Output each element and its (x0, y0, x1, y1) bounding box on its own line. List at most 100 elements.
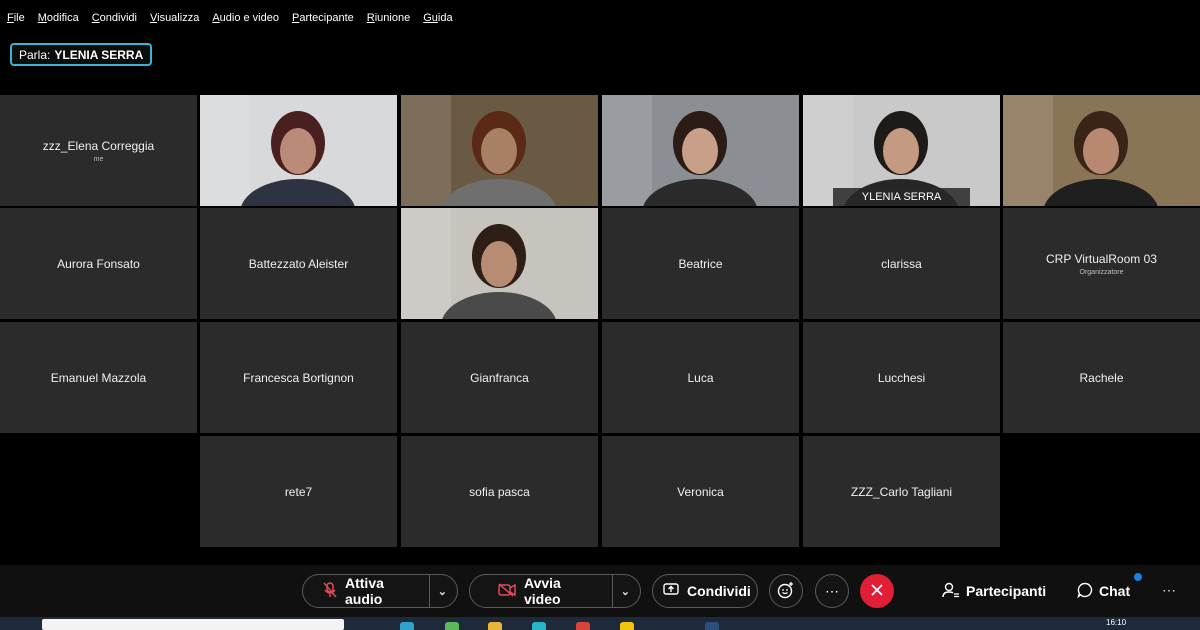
menu-label: odifica (46, 12, 79, 24)
participant-tile[interactable]: Lucchesi (803, 322, 1000, 433)
participants-icon (942, 582, 960, 601)
menu-accelerator: M (37, 12, 47, 24)
chevron-down-icon[interactable]: ⌄ (621, 585, 630, 598)
participant-name: Rachele (1079, 370, 1124, 385)
participant-tile[interactable]: sofia pasca (401, 436, 598, 547)
video-feed (602, 95, 799, 206)
menu-label: iunione (374, 12, 411, 24)
chat-notification-badge (1134, 573, 1142, 581)
participant-name: clarissa (881, 256, 922, 271)
taskbar-browser-icon[interactable] (576, 622, 590, 630)
video-backdrop (602, 95, 652, 206)
person-face (280, 128, 316, 174)
participant-tile[interactable]: Rachele (1003, 322, 1200, 433)
share-screen-icon (663, 582, 679, 600)
person-face (1083, 128, 1119, 174)
chat-button[interactable]: Chat (1077, 574, 1130, 608)
close-icon (871, 583, 883, 599)
reactions-button[interactable] (769, 574, 803, 608)
menu-label: artecipante (299, 12, 354, 24)
video-backdrop (401, 95, 451, 206)
taskbar-search-box[interactable] (42, 619, 344, 630)
toolbar-overflow-icon[interactable]: ⋯ (1162, 582, 1176, 599)
taskbar-app-icon[interactable] (400, 622, 414, 630)
participant-tile[interactable]: Francesca Bortignon (200, 322, 397, 433)
participant-tile[interactable]: Emanuel Mazzola (0, 322, 197, 433)
participant-name: Luca (687, 370, 714, 385)
participant-name: zzz_Elena Correggia (42, 138, 155, 153)
video-feed (200, 95, 397, 206)
participant-video-tile[interactable] (200, 95, 397, 206)
participant-name: Battezzato Aleister (248, 256, 349, 271)
video-feed (401, 95, 598, 206)
participant-tile[interactable]: Aurora Fonsato (0, 208, 197, 319)
taskbar-app-icon[interactable] (445, 622, 459, 630)
participant-video-tile[interactable]: YLENIA SERRA (803, 95, 1000, 206)
video-feed (1003, 95, 1200, 206)
video-backdrop (401, 208, 451, 319)
menu-accelerator: R (366, 12, 375, 24)
participant-name: sofia pasca (469, 484, 530, 499)
more-options-button[interactable]: ⋯ (815, 574, 849, 608)
participant-video-tile[interactable] (1003, 95, 1200, 206)
participant-name-label: YLENIA SERRA (833, 188, 970, 206)
participant-video-tile[interactable] (401, 208, 598, 319)
person-face (883, 128, 919, 174)
participant-tile[interactable]: rete7 (200, 436, 397, 547)
menu-item[interactable]: Visualizza (150, 12, 199, 24)
participant-name: Aurora Fonsato (57, 256, 140, 271)
video-backdrop (1003, 95, 1053, 206)
participant-tile[interactable]: Veronica (602, 436, 799, 547)
participant-tile[interactable]: Gianfranca (401, 322, 598, 433)
participant-name: Beatrice (678, 256, 723, 271)
participant-tile[interactable]: Battezzato Aleister (200, 208, 397, 319)
participant-name: CRP VirtualRoom 03 (1046, 251, 1157, 266)
participant-name: Francesca Bortignon (243, 370, 354, 385)
menu-item[interactable]: Riunione (367, 12, 410, 24)
participant-name: Veronica (677, 484, 724, 499)
camera-off-icon (498, 582, 516, 600)
participant-tile[interactable]: Beatrice (602, 208, 799, 319)
taskbar-app-icon[interactable] (620, 622, 634, 630)
chevron-down-icon[interactable]: ⌄ (438, 585, 447, 598)
mic-muted-icon (323, 581, 337, 601)
share-button[interactable]: Condividi (652, 574, 758, 608)
chat-label: Chat (1099, 583, 1131, 599)
windows-taskbar: 16:10 (0, 617, 1200, 630)
speaker-prefix: Parla: (19, 47, 51, 62)
taskbar-webex-icon[interactable] (705, 622, 719, 630)
menu-item[interactable]: Partecipante (292, 12, 354, 24)
menu-accelerator: A (212, 12, 220, 24)
participants-button[interactable]: Partecipanti (942, 574, 1046, 608)
participant-tile[interactable]: Luca (602, 322, 799, 433)
unmute-button[interactable]: Attiva audio ⌄ (302, 574, 458, 608)
meeting-toolbar: Attiva audio ⌄ Avvia video ⌄ Condividi ⋯ (0, 565, 1200, 617)
leave-meeting-button[interactable] (860, 574, 894, 608)
participant-tile[interactable]: clarissa (803, 208, 1000, 319)
menu-item[interactable]: Guida (423, 12, 452, 24)
participants-label: Partecipanti (966, 583, 1047, 599)
unmute-label: Attiva audio (345, 575, 384, 607)
menu-label: ida (437, 12, 453, 24)
menu-item[interactable]: File (7, 12, 25, 24)
menu-item[interactable]: Modifica (38, 12, 79, 24)
participant-tile[interactable]: CRP VirtualRoom 03 Organizzatore (1003, 208, 1200, 319)
participant-tile[interactable]: ZZZ_Carlo Tagliani (803, 436, 1000, 547)
participant-video-tile[interactable] (401, 95, 598, 206)
participant-video-tile[interactable] (602, 95, 799, 206)
menu-accelerator: Gu (423, 12, 438, 24)
menu-item[interactable]: Audio e video (212, 12, 279, 24)
participant-name: rete7 (284, 484, 313, 499)
menu-item[interactable]: Condividi (92, 12, 137, 24)
participant-name: ZZZ_Carlo Tagliani (850, 484, 953, 499)
active-speaker-indicator: Parla: YLENIA SERRA (10, 43, 153, 66)
participant-role: me (93, 155, 104, 163)
menu-label: isualizza (157, 12, 200, 24)
participant-tile[interactable]: zzz_Elena Correggia me (0, 95, 197, 206)
taskbar-folder-icon[interactable] (488, 622, 502, 630)
menu-accelerator: F (7, 12, 14, 24)
taskbar-app-icon[interactable] (532, 622, 546, 630)
share-label: Condividi (687, 583, 751, 599)
participant-name: Gianfranca (470, 370, 529, 385)
start-video-button[interactable]: Avvia video ⌄ (469, 574, 641, 608)
